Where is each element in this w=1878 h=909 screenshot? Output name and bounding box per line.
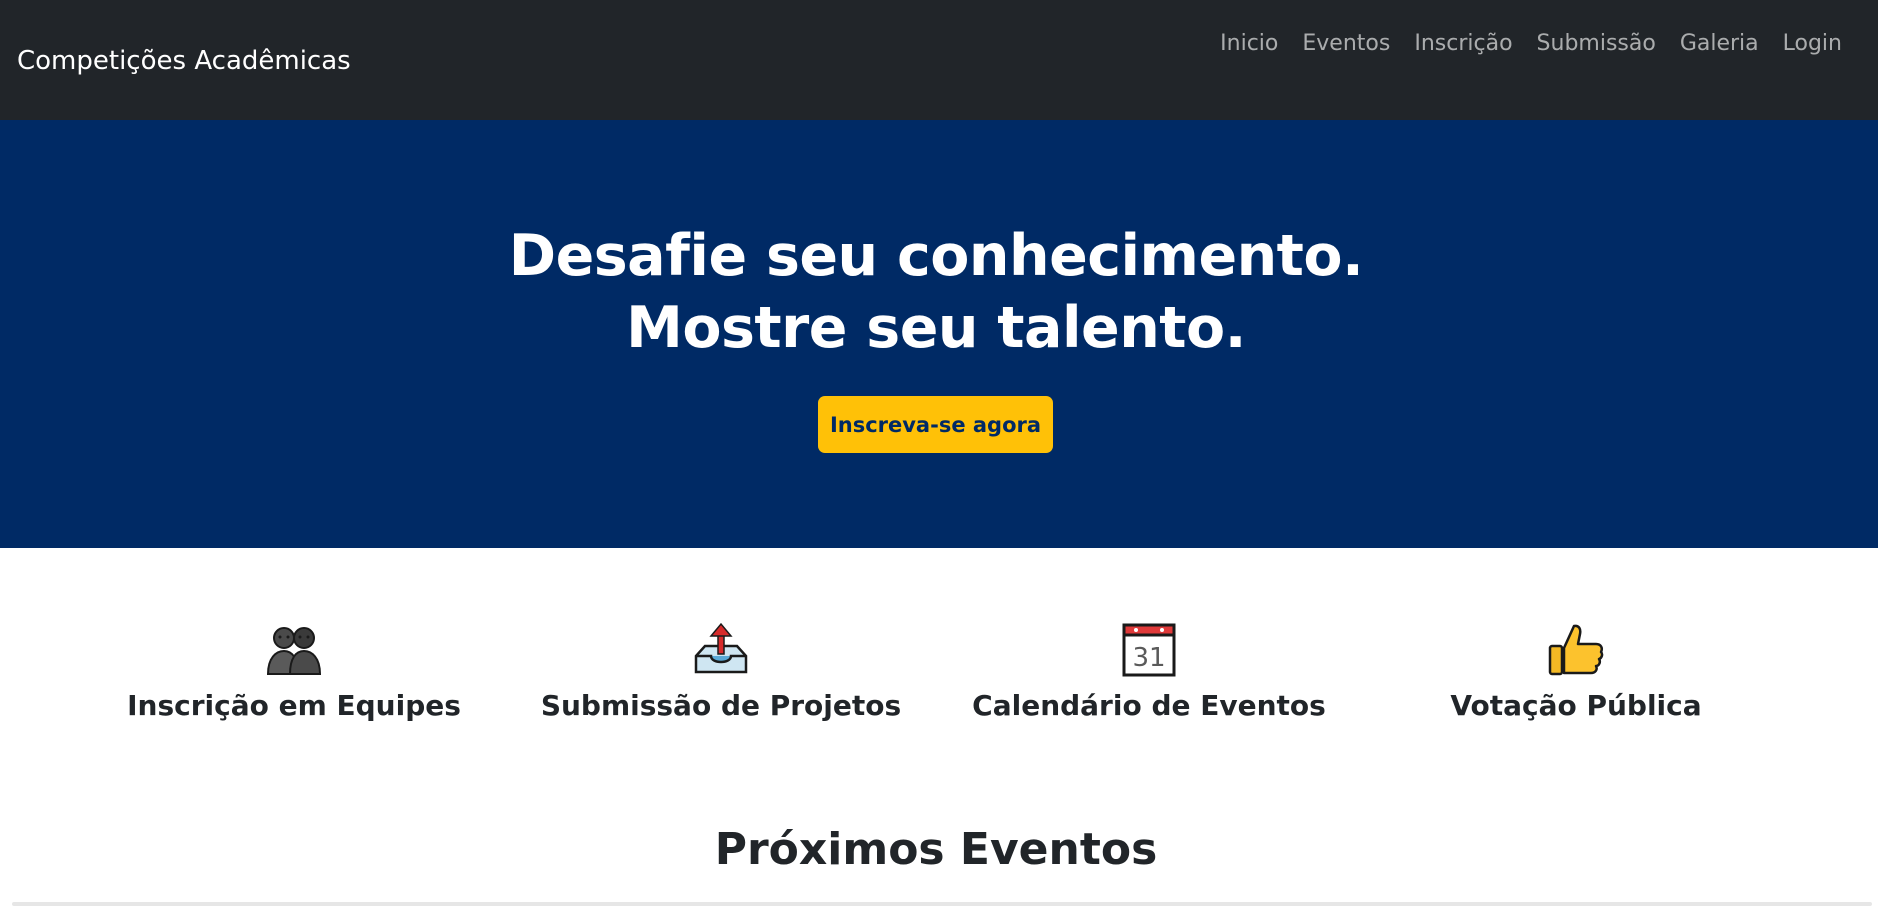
nav-link-inicio[interactable]: Inicio xyxy=(1220,28,1278,60)
feature-label: Votação Pública xyxy=(1450,689,1702,722)
hero-title-line-1: Desafie seu conhecimento. xyxy=(508,223,1364,289)
top-navbar: Competições Acadêmicas Inicio Eventos In… xyxy=(0,0,1878,120)
thumbs-up-icon xyxy=(1548,624,1604,676)
feature-label: Submissão de Projetos xyxy=(540,689,902,722)
calendar-day-number: 31 xyxy=(1132,643,1165,673)
nav-link-submissao[interactable]: Submissão xyxy=(1537,28,1656,60)
calendar-icon: 31 xyxy=(1122,623,1176,677)
feature-label: Calendário de Eventos xyxy=(972,689,1326,722)
feature-project-submission: Submissão de Projetos xyxy=(511,620,931,724)
hero-title-line-2: Mostre seu talento. xyxy=(626,295,1246,361)
feature-public-voting: Votação Pública xyxy=(1366,620,1786,724)
two-people-icon xyxy=(266,627,322,675)
upcoming-events-heading: Próximos Eventos xyxy=(714,824,1158,875)
features-row: Inscrição em Equipes Submissão de Projet… xyxy=(0,620,1878,750)
card-top-border xyxy=(12,902,1872,906)
feature-team-registration: Inscrição em Equipes xyxy=(84,620,504,724)
signup-now-button[interactable]: Inscreva-se agora xyxy=(818,396,1053,453)
nav-links: Inicio Eventos Inscrição Submissão Galer… xyxy=(1220,28,1842,60)
nav-link-galeria[interactable]: Galeria xyxy=(1680,28,1759,60)
hero-banner: Desafie seu conhecimento. Mostre seu tal… xyxy=(0,120,1878,548)
brand-link[interactable]: Competições Acadêmicas xyxy=(17,45,351,77)
nav-link-eventos[interactable]: Eventos xyxy=(1302,28,1390,60)
outbox-tray-icon xyxy=(694,622,748,674)
feature-label: Inscrição em Equipes xyxy=(127,689,461,722)
nav-link-inscricao[interactable]: Inscrição xyxy=(1414,28,1512,60)
hero-title: Desafie seu conhecimento. Mostre seu tal… xyxy=(0,220,1872,364)
nav-link-login[interactable]: Login xyxy=(1783,28,1842,60)
feature-event-calendar: 31 Calendário de Eventos xyxy=(939,620,1359,724)
